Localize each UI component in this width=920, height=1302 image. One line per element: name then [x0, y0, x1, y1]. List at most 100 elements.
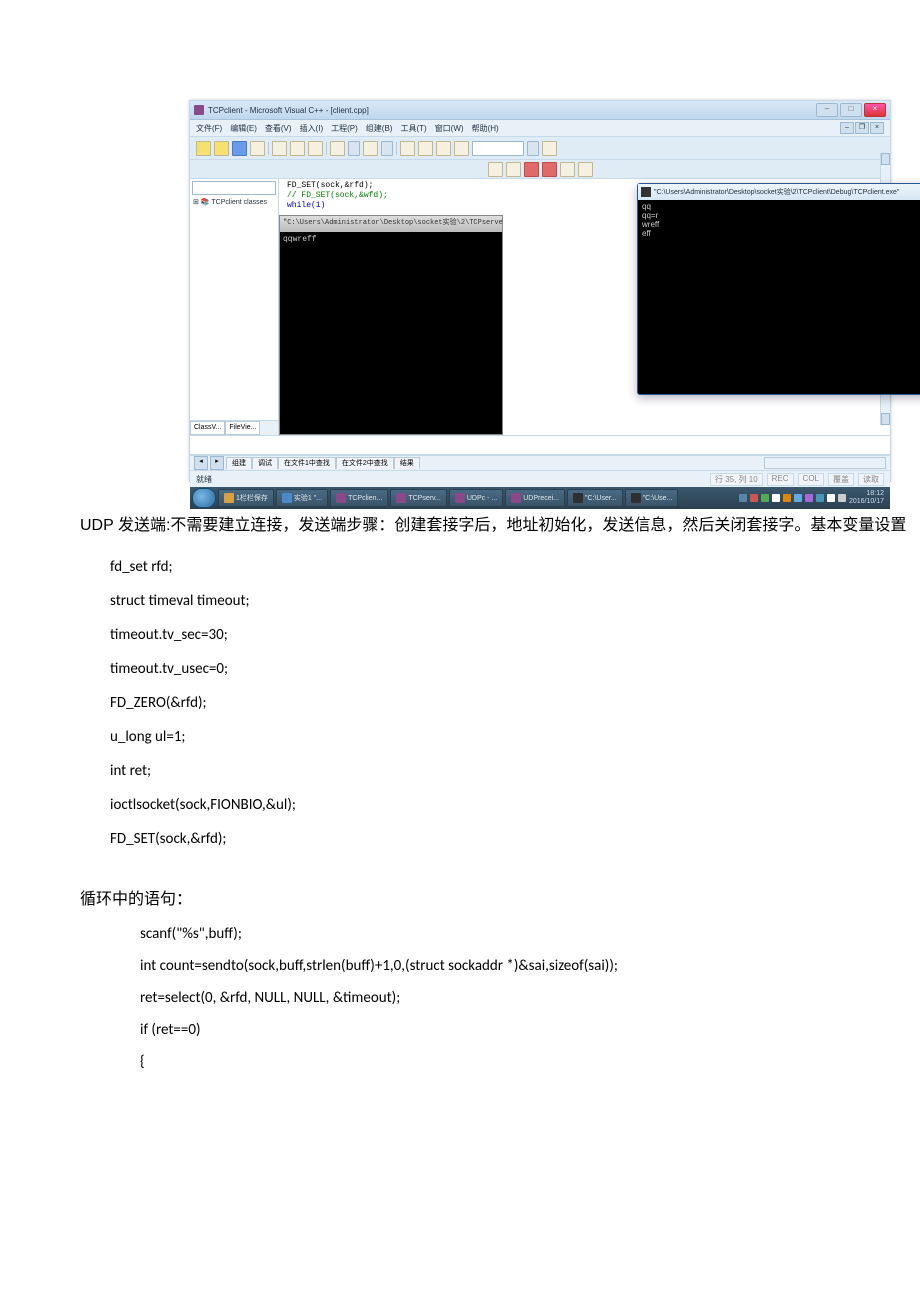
menu-insert[interactable]: 插入(I) — [300, 123, 324, 134]
classview-tab[interactable]: ClassV... — [190, 421, 225, 435]
toolbar-build — [190, 160, 890, 179]
code-block-2: scanf("%s",buff); int count=sendto(sock,… — [80, 918, 920, 1078]
mdi-restore-button[interactable]: ❐ — [855, 122, 869, 134]
menu-build[interactable]: 组建(B) — [366, 123, 393, 134]
tray-icon[interactable] — [739, 494, 747, 502]
find-dropdown-icon[interactable] — [527, 141, 539, 156]
tray-icon[interactable] — [761, 494, 769, 502]
code-block-1: fd_set rfd; struct timeval timeout; time… — [80, 550, 920, 856]
client-console-titlebar: "C:\Users\Administrator\Desktop\socket实验… — [638, 184, 920, 200]
code-line: { — [80, 1046, 920, 1078]
tab-scroll-left-icon[interactable]: ◂ — [194, 456, 208, 470]
stop-build-icon[interactable] — [524, 162, 539, 177]
menu-file[interactable]: 文件(F) — [196, 123, 222, 134]
class-tree-root[interactable]: ⊞ 📚 TCPclient classes — [192, 197, 276, 207]
find-combo[interactable] — [472, 141, 524, 156]
redo-dropdown-icon[interactable] — [381, 141, 393, 156]
code-line: timeout.tv_usec=0; — [80, 652, 920, 686]
close-button[interactable]: × — [864, 103, 886, 117]
output-tab-find1[interactable]: 在文件1中查找 — [278, 457, 336, 469]
menu-project[interactable]: 工程(P) — [331, 123, 358, 134]
app-icon — [194, 105, 204, 115]
tray-icon[interactable] — [783, 494, 791, 502]
redo-icon[interactable] — [363, 141, 378, 156]
mdi-buttons: – ❐ × — [840, 122, 884, 134]
tray-icon[interactable] — [838, 494, 846, 502]
undo-icon[interactable] — [330, 141, 345, 156]
execute-icon[interactable] — [542, 162, 557, 177]
console-line: qq — [642, 202, 920, 211]
taskbar-item[interactable]: 实验1 "... — [276, 489, 328, 507]
code-line: FD_SET(sock,&rfd); — [80, 822, 920, 856]
tray-icon[interactable] — [750, 494, 758, 502]
menu-help[interactable]: 帮助(H) — [472, 123, 499, 134]
undo-dropdown-icon[interactable] — [348, 141, 360, 156]
paste-icon[interactable] — [308, 141, 323, 156]
paragraph-udp-sender: UDP 发送端:不需要建立连接，发送端步骤：创建套接字后，地址初始化，发送信息，… — [80, 512, 920, 540]
folder-icon — [224, 493, 234, 503]
system-tray: 18:122016/10/17 — [739, 490, 888, 506]
find-in-files-icon[interactable] — [418, 141, 433, 156]
menu-window[interactable]: 窗口(W) — [435, 123, 464, 134]
new-file-icon[interactable] — [196, 141, 211, 156]
cut-icon[interactable] — [272, 141, 287, 156]
taskbar-clock[interactable]: 18:122016/10/17 — [849, 490, 884, 506]
toolbar-separator — [326, 142, 327, 155]
code-line: scanf("%s",buff); — [80, 918, 920, 950]
taskbar-item[interactable]: "C:\User... — [567, 489, 623, 507]
taskbar-item[interactable]: TCPclien... — [330, 489, 388, 507]
minimize-button[interactable]: – — [816, 103, 838, 117]
breakpoint-icon[interactable] — [578, 162, 593, 177]
console-line: wreff — [642, 220, 920, 229]
ide-screenshot: TCPclient - Microsoft Visual C++ - [clie… — [189, 100, 891, 482]
taskbar-item[interactable]: UDPc - ... — [449, 489, 503, 507]
save-icon[interactable] — [232, 141, 247, 156]
output-tabs: ◂ ▸ 组建 调试 在文件1中查找 在文件2中查找 结果 — [190, 455, 890, 470]
menu-view[interactable]: 查看(V) — [265, 123, 292, 134]
class-dropdown[interactable] — [192, 181, 276, 195]
menu-edit[interactable]: 编辑(E) — [230, 123, 257, 134]
fileview-tab[interactable]: FileVie... — [225, 421, 260, 435]
save-all-icon[interactable] — [250, 141, 265, 156]
build-icon[interactable] — [506, 162, 521, 177]
mdi-close-button[interactable]: × — [870, 122, 884, 134]
status-read: 读取 — [858, 473, 884, 486]
browse-icon[interactable] — [436, 141, 451, 156]
tab-scroll-right-icon[interactable]: ▸ — [210, 456, 224, 470]
workspace-icon[interactable] — [400, 141, 415, 156]
open-file-icon[interactable] — [214, 141, 229, 156]
menu-bar: 文件(F) 编辑(E) 查看(V) 插入(I) 工程(P) 组建(B) 工具(T… — [190, 120, 890, 137]
tray-icon[interactable] — [805, 494, 813, 502]
tray-icon[interactable] — [794, 494, 802, 502]
menu-tools[interactable]: 工具(T) — [400, 123, 426, 134]
output-tab-debug[interactable]: 调试 — [252, 457, 278, 469]
compile-icon[interactable] — [488, 162, 503, 177]
mdi-minimize-button[interactable]: – — [840, 122, 854, 134]
client-console-window[interactable]: "C:\Users\Administrator\Desktop\socket实验… — [637, 183, 920, 395]
code-line: u_long ul=1; — [80, 720, 920, 754]
output-tab-results[interactable]: 结果 — [394, 457, 420, 469]
copy-icon[interactable] — [290, 141, 305, 156]
tray-icon[interactable] — [827, 494, 835, 502]
go-icon[interactable] — [560, 162, 575, 177]
server-console-window[interactable]: "C:\Users\Administrator\Desktop\socket实验… — [279, 215, 503, 435]
start-button[interactable] — [192, 488, 216, 508]
horizontal-scrollbar[interactable] — [764, 457, 886, 469]
window-title-bar: TCPclient - Microsoft Visual C++ - [clie… — [190, 101, 890, 120]
find-icon[interactable] — [454, 141, 469, 156]
status-text: 就绪 — [196, 474, 212, 485]
output-tab-build[interactable]: 组建 — [226, 457, 252, 469]
taskbar-item[interactable]: TCPserv... — [390, 489, 447, 507]
vc-icon — [511, 493, 521, 503]
taskbar-item[interactable]: UDPrecei... — [505, 489, 565, 507]
maximize-button[interactable]: □ — [840, 103, 862, 117]
search-icon[interactable] — [542, 141, 557, 156]
heading-loop: 循环中的语句： — [80, 886, 920, 914]
output-tab-find2[interactable]: 在文件2中查找 — [336, 457, 394, 469]
taskbar-item[interactable]: 1栏栏保存 — [218, 489, 274, 507]
code-line: FD_ZERO(&rfd); — [80, 686, 920, 720]
console-line: eff — [642, 229, 920, 238]
taskbar-item[interactable]: "C:\Use... — [625, 489, 679, 507]
tray-icon[interactable] — [816, 494, 824, 502]
tray-icon[interactable] — [772, 494, 780, 502]
